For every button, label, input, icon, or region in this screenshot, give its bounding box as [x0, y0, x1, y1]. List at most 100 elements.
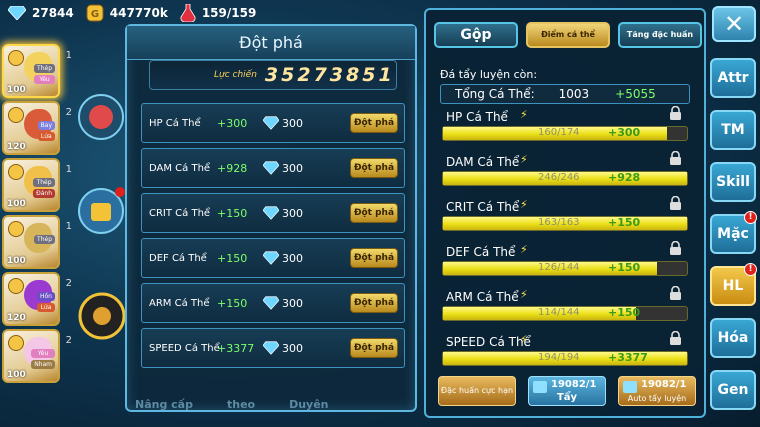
- stat-name: DAM Cá Thể: [149, 162, 211, 174]
- close-button[interactable]: ✕: [712, 6, 756, 42]
- nav-label: HL: [722, 278, 744, 294]
- element-icon: [8, 50, 24, 66]
- lock-icon[interactable]: [669, 331, 682, 345]
- team-icon[interactable]: [76, 290, 128, 342]
- stat-current: 160/174: [538, 127, 580, 138]
- type-tag: Thép: [34, 64, 55, 73]
- nav-label: Attr: [717, 70, 749, 86]
- element-icon: [8, 278, 24, 294]
- stat-name: ARM Cá Thể: [446, 290, 519, 304]
- element-icon: [8, 221, 24, 237]
- lock-icon[interactable]: [669, 106, 682, 120]
- breakthrough-panel: Đột phá Lực chiến 35273851 HP Cá Thể +30…: [125, 24, 417, 412]
- extreme-training-button[interactable]: Đặc huấn cực hạn: [438, 376, 516, 406]
- nav-button-tm[interactable]: TM: [710, 110, 756, 150]
- type-tag: Thép: [33, 178, 55, 187]
- type-tag: Bay: [37, 121, 55, 130]
- lock-icon[interactable]: [669, 241, 682, 255]
- breakthrough-row: ARM Cá Thể +150 300 Đột phá: [141, 283, 405, 323]
- breakthrough-button[interactable]: Đột phá: [350, 338, 398, 358]
- alert-badge: !: [744, 211, 757, 224]
- auto-wash-button[interactable]: 19082/1 Auto tẩy luyện: [618, 376, 696, 406]
- total-bonus: +5055: [615, 87, 656, 101]
- bg-tab-label: theo: [226, 398, 256, 411]
- nav-button-hl[interactable]: HL!: [710, 263, 757, 306]
- tab-special-training[interactable]: Tăng đặc huấn: [618, 22, 702, 48]
- resource-bar: 27844 G 447770k 159/159: [0, 0, 420, 26]
- stat-row: ARM Cá Thể ⚡ 114/144 +150: [440, 286, 690, 335]
- button-label: Auto tẩy luyện: [627, 394, 687, 403]
- stat-current: 194/194: [538, 352, 580, 363]
- nav-button-mặc[interactable]: Mặc!: [710, 211, 757, 254]
- lightning-icon: ⚡: [520, 153, 528, 166]
- diamond-icon: [263, 116, 279, 130]
- unit-card[interactable]: Thép 100 1: [2, 215, 72, 269]
- stat-row: DAM Cá Thể ⚡ 246/246 +928: [440, 151, 690, 200]
- unit-card[interactable]: Bay Lửa 120 2: [2, 101, 72, 155]
- wash-stone-label: Đá tẩy luyện còn:: [440, 68, 538, 81]
- stat-name: DEF Cá Thể: [446, 245, 516, 259]
- wash-button[interactable]: 19082/1 Tẩy: [528, 376, 606, 406]
- side-shortcuts: [76, 92, 128, 346]
- stat-bonus: +150: [217, 251, 248, 265]
- stat-name: CRIT Cá Thể: [446, 200, 520, 214]
- nav-button-attr[interactable]: Attr: [710, 58, 756, 98]
- unit-card[interactable]: Thép Yêu 100 1: [2, 44, 72, 98]
- bag-icon[interactable]: [76, 186, 126, 236]
- unit-rank: 1: [65, 164, 72, 175]
- type-tag: Yêu: [31, 349, 55, 358]
- breakthrough-button[interactable]: Đột phá: [350, 113, 398, 133]
- breakthrough-button[interactable]: Đột phá: [350, 248, 398, 268]
- power-label: Lực chiến: [214, 70, 257, 80]
- nav-button-gen[interactable]: Gen: [710, 370, 756, 410]
- stat-bonus: +3377: [217, 341, 255, 355]
- stat-bars: HP Cá Thể ⚡ 160/174 +300 DAM Cá Thể ⚡ 246/246 +…: [440, 106, 690, 380]
- unit-level: 100: [7, 85, 26, 95]
- action-buttons: Đặc huấn cực hạn 19082/1 Tẩy 19082/1 Auto …: [438, 376, 696, 406]
- stat-bonus: +300: [217, 116, 248, 130]
- gem-amount: 27844: [32, 6, 74, 20]
- lightning-icon: ⚡: [520, 243, 528, 256]
- wash-count: 19082/1: [551, 379, 597, 390]
- energy-counter: 159/159: [180, 4, 256, 22]
- stat-tabs: Gộp Điểm cá thể Tăng đặc huấn: [434, 22, 702, 48]
- nav-label: TM: [721, 122, 745, 138]
- nav-label: Mặc: [717, 226, 749, 242]
- gem-cost: 300: [282, 161, 303, 175]
- unit-level: 120: [7, 313, 26, 323]
- total-label: Tổng Cá Thể:: [455, 87, 535, 101]
- element-icon: [8, 335, 24, 351]
- nav-button-hóa[interactable]: Hóa: [710, 318, 756, 358]
- gem-cost: 300: [282, 296, 303, 310]
- unit-rank: 1: [65, 221, 72, 232]
- total-value: 1003: [558, 87, 590, 101]
- stat-add: +150: [608, 261, 641, 274]
- lock-icon[interactable]: [669, 196, 682, 210]
- tab-merge[interactable]: Gộp: [434, 22, 518, 48]
- lightning-icon: ⚡: [520, 333, 528, 346]
- energy-amount: 159/159: [201, 6, 257, 20]
- breakthrough-row: SPEED Cá Thể +3377 300 Đột phá: [141, 328, 405, 368]
- unit-card[interactable]: Thép Đánh 100 1: [2, 158, 72, 212]
- stat-row: CRIT Cá Thể ⚡ 163/163 +150: [440, 196, 690, 245]
- nav-button-skill[interactable]: Skill: [710, 162, 756, 202]
- gold-amount: 447770k: [109, 6, 168, 20]
- stat-bonus: +150: [217, 296, 248, 310]
- lock-icon[interactable]: [669, 286, 682, 300]
- alert-badge: !: [744, 263, 757, 276]
- lightning-icon: ⚡: [520, 198, 528, 211]
- stat-name: CRIT Cá Thể: [149, 207, 211, 219]
- evolve-icon[interactable]: [76, 92, 126, 142]
- tab-individual-points[interactable]: Điểm cá thể: [526, 22, 610, 48]
- breakthrough-button[interactable]: Đột phá: [350, 293, 398, 313]
- diamond-icon: [263, 251, 279, 265]
- lock-icon[interactable]: [669, 151, 682, 165]
- type-tag: Hồn: [37, 292, 55, 301]
- stat-add: +3377: [608, 351, 648, 364]
- unit-card[interactable]: Hồn Lửa 120 2: [2, 272, 72, 326]
- element-icon: [8, 107, 24, 123]
- stat-current: 246/246: [538, 172, 580, 183]
- unit-card[interactable]: Yêu Nham 100 2: [2, 329, 72, 383]
- breakthrough-button[interactable]: Đột phá: [350, 203, 398, 223]
- breakthrough-button[interactable]: Đột phá: [350, 158, 398, 178]
